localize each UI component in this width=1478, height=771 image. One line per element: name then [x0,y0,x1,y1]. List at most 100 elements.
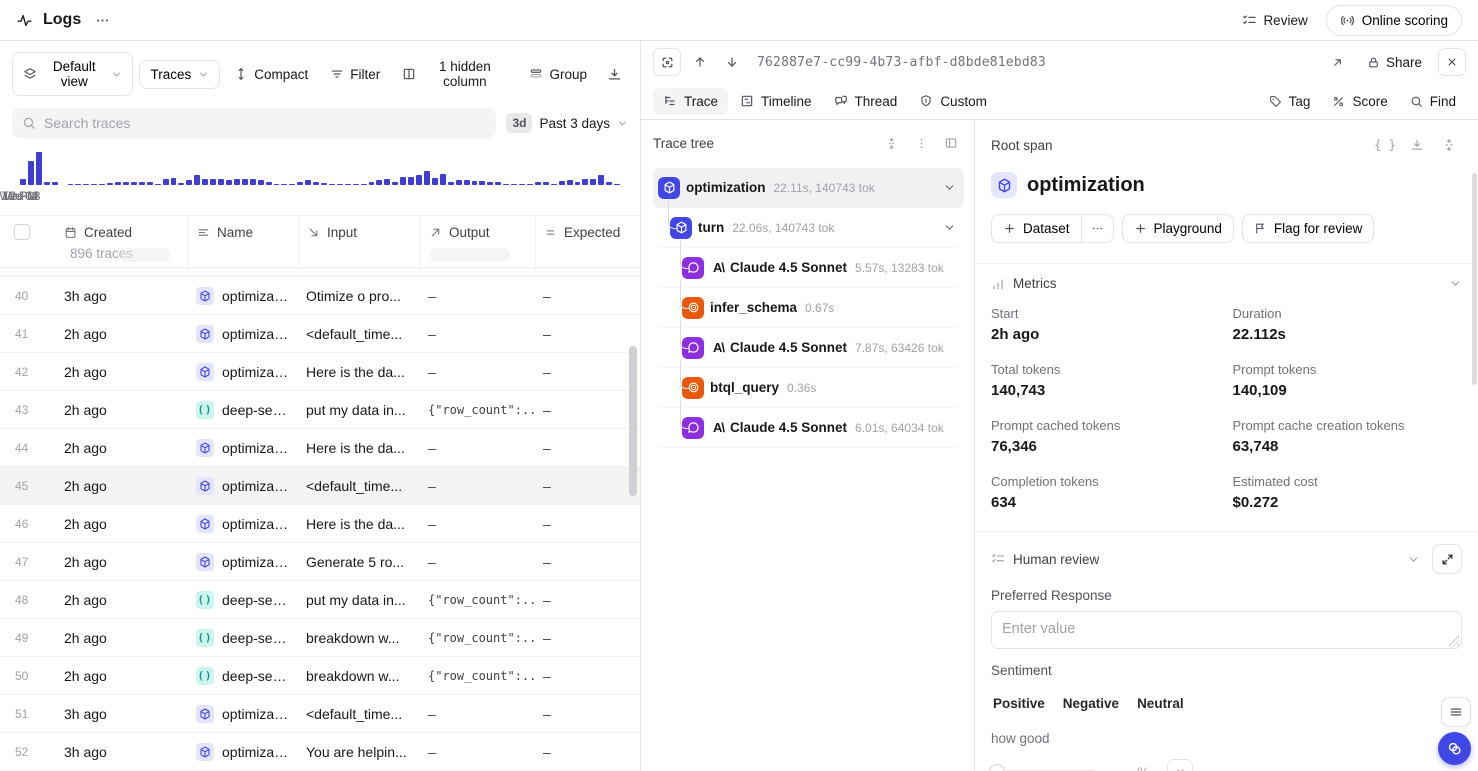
input-cell: put my data in... [298,402,420,418]
select-all-checkbox[interactable] [14,224,30,240]
expand-review-button[interactable] [1432,544,1462,574]
table-row[interactable]: 45 2h ago optimizati... <default_time...… [0,467,640,505]
share-button[interactable]: Share [1359,49,1430,76]
table-row[interactable]: 50 2h ago () deep-sea... breakdown w... … [0,657,640,695]
column-header-expected[interactable]: Expected [535,216,640,268]
search-traces-box[interactable] [12,108,496,138]
tree-span-row[interactable]: optimization 22.11s, 140743 tok [653,168,964,208]
trace-id[interactable]: 762887e7-cc99-4b73-afbf-d8bde81ebd83 [757,55,1046,70]
dataset-more-button[interactable] [1081,214,1114,243]
table-row[interactable]: 51 3h ago optimizati... <default_time...… [0,695,640,733]
search-input[interactable] [44,115,486,131]
table-scrollbar[interactable] [629,346,637,496]
tab-thread[interactable]: Thread [824,88,908,115]
filter-button[interactable]: Filter [322,61,388,88]
previous-trace-button[interactable] [687,49,713,75]
layers-icon [23,67,37,81]
span-type-icon [991,172,1017,198]
collapse-chevron-icon[interactable] [943,221,956,234]
chevron-down-icon [198,69,209,80]
time-range-select[interactable]: 3d Past 3 days [506,113,628,133]
hidden-columns-button[interactable]: 1 hidden column [394,53,515,95]
histogram-bar [384,179,390,185]
table-row[interactable]: 46 2h ago optimizati... Here is the da..… [0,505,640,543]
traces-select[interactable]: Traces [139,60,220,89]
histogram-bar [535,182,541,185]
score-field-label: how good [991,731,1462,746]
metric-label: Total tokens [991,362,1221,377]
table-row[interactable]: 42 2h ago optimizati... Here is the da..… [0,353,640,391]
list-icon [197,226,210,239]
add-to-dataset-button[interactable]: Dataset [991,214,1081,243]
chevron-down-icon[interactable] [1449,277,1462,290]
tab-trace[interactable]: Trace [653,88,728,115]
metric-label: Prompt tokens [1233,362,1463,377]
close-panel-button[interactable] [1438,48,1466,76]
name-cell: optimizati... [188,553,298,571]
tree-more-button[interactable] [908,130,934,156]
expand-all-button[interactable] [878,130,904,156]
tab-custom[interactable]: Custom [909,88,997,115]
tree-span-row[interactable]: turn 22.06s, 140743 tok [653,208,964,248]
find-button[interactable]: Find [1400,88,1466,115]
output-cell: – [420,288,535,304]
tab-timeline[interactable]: Timeline [730,88,822,115]
collapse-chevron-icon[interactable] [943,181,956,194]
expand-trace-button[interactable] [653,48,681,76]
column-header-input[interactable]: Input [298,216,420,268]
histogram-bar [503,184,509,186]
tree-span-row[interactable]: A\ Claude 4.5 Sonnet 6.01s, 64034 tok [653,408,964,448]
download-span-button[interactable] [1404,132,1430,158]
tree-span-row[interactable]: A\ Claude 4.5 Sonnet 7.87s, 63426 tok [653,328,964,368]
more-menu-button[interactable] [91,9,114,32]
sentiment-option-button[interactable]: Negative [1061,690,1121,717]
assistant-fab[interactable] [1438,732,1471,765]
download-icon [1410,138,1424,152]
add-to-playground-button[interactable]: Playground [1122,214,1234,243]
chevron-down-icon[interactable] [1407,553,1420,566]
flag-for-review-button[interactable]: Flag for review [1242,214,1375,243]
score-button[interactable]: Score [1322,88,1397,115]
review-button[interactable]: Review [1234,7,1315,34]
resize-sections-button[interactable] [1436,132,1462,158]
table-row[interactable]: 43 2h ago () deep-sea... put my data in.… [0,391,640,429]
span-type-icon: () [196,401,214,419]
table-row[interactable]: 41 2h ago optimizati... <default_time...… [0,315,640,353]
span-type-icon [670,217,692,239]
sentiment-option-button[interactable]: Positive [991,690,1047,717]
view-json-button[interactable]: { } [1372,132,1398,158]
table-row[interactable]: 47 2h ago optimizati... Generate 5 ro...… [0,543,640,581]
table-row[interactable]: 49 2h ago () deep-sea... breakdown w... … [0,619,640,657]
preferred-response-input[interactable]: Enter value [991,611,1462,649]
output-cell: – [420,478,535,494]
tag-button[interactable]: Tag [1259,88,1321,115]
output-cell: – [420,554,535,570]
span-type-icon [682,417,704,439]
slider-thumb[interactable] [989,764,1005,771]
compact-toggle[interactable]: Compact [226,61,316,88]
sentiment-option-button[interactable]: Neutral [1135,690,1186,717]
traces-histogram[interactable] [20,150,620,185]
clear-score-button[interactable] [1167,759,1193,771]
tree-span-row[interactable]: A\ Claude 4.5 Sonnet 5.57s, 13283 tok [653,248,964,288]
histogram-bar [440,174,446,186]
export-button[interactable] [601,62,628,87]
detail-scrollbar[interactable] [1472,173,1477,385]
next-trace-button[interactable] [719,49,745,75]
table-row[interactable]: 48 2h ago () deep-sea... put my data in.… [0,581,640,619]
metric-value: 634 [991,494,1221,511]
tree-span-row[interactable]: infer_schema 0.67s [653,288,964,328]
group-button[interactable]: Group [521,61,595,88]
table-row[interactable]: 52 3h ago optimizati... You are helpin..… [0,733,640,771]
toggle-tree-panel-button[interactable] [938,130,964,156]
view-select[interactable]: Default view [12,52,133,96]
floating-menu-button[interactable] [1441,697,1471,727]
column-header-name[interactable]: Name [188,216,298,268]
table-row[interactable]: 40 3h ago optimizati... Otimize o pro...… [0,277,640,315]
row-height-icon [234,67,248,81]
open-in-new-button[interactable] [1325,49,1351,75]
table-row[interactable]: 44 2h ago optimizati... Here is the da..… [0,429,640,467]
tree-span-row[interactable]: btql_query 0.36s [653,368,964,408]
online-scoring-button[interactable]: Online scoring [1326,5,1462,36]
input-cell: breakdown w... [298,668,420,684]
